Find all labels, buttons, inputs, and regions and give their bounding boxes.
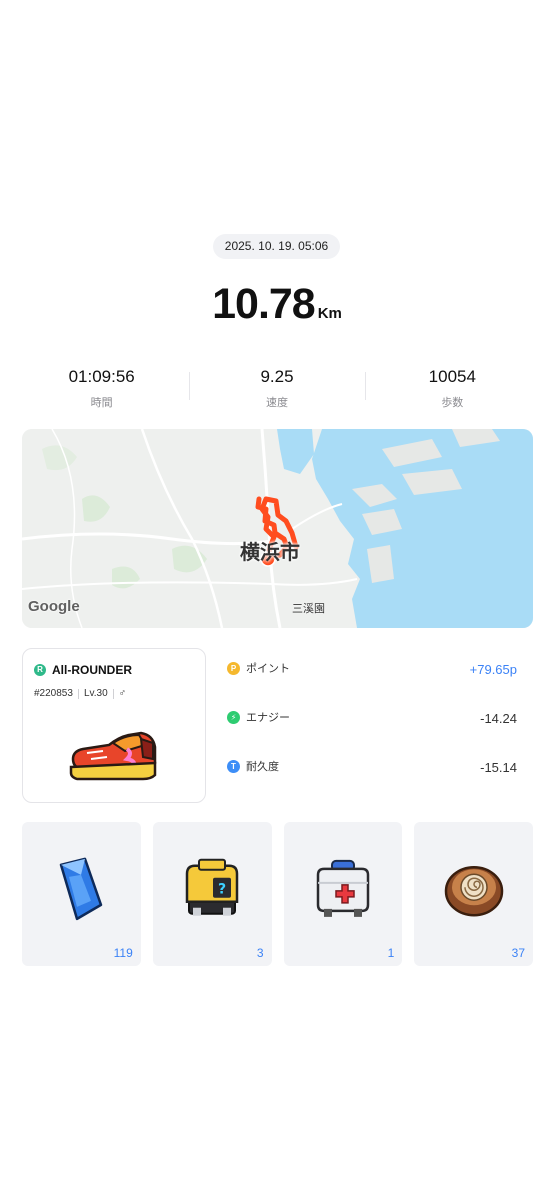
shoe-level: Lv.30 — [83, 688, 108, 699]
route-map[interactable]: 横浜市 三溪園 Google — [22, 429, 533, 628]
reward-durability-label: 耐久度 — [246, 760, 279, 773]
stat-steps-value: 10054 — [428, 367, 476, 386]
stat-time-value: 01:09:56 — [68, 367, 135, 386]
mystery-box-icon: ? — [185, 858, 239, 916]
shoe-id: #220853 — [34, 688, 73, 699]
reward-energy-label: エナジー — [246, 711, 290, 724]
shoe-type-badge: R — [34, 664, 46, 676]
reward-energy-row: ⚡ エナジー -14.24 — [227, 709, 517, 758]
stat-steps: 10054 歩数 — [364, 366, 540, 416]
distance-unit: Km — [317, 305, 342, 322]
energy-icon: ⚡ — [227, 711, 240, 724]
item-first-aid[interactable]: 1 — [283, 822, 403, 966]
shoe-meta: #220853 Lv.30 ♂ — [34, 688, 126, 699]
item-fossil-count: 37 — [511, 946, 525, 960]
point-icon: P — [227, 662, 240, 675]
run-datetime: 2025. 10. 19. 05:06 — [213, 234, 340, 259]
fossil-shell-icon — [444, 865, 503, 917]
map-graphic — [22, 429, 533, 628]
item-first-aid-count: 1 — [387, 946, 395, 960]
map-city-label: 横浜市 — [240, 540, 300, 564]
distance-display: 10.78 Km — [0, 280, 554, 329]
shoe-name: All-ROUNDER — [52, 663, 132, 677]
durability-icon: T — [227, 760, 240, 773]
svg-text:?: ? — [218, 882, 226, 898]
item-crystal-count: 119 — [113, 946, 133, 960]
stat-speed: 9.25 速度 — [189, 366, 364, 416]
stat-speed-label: 速度 — [265, 397, 288, 409]
shoe-card[interactable]: R All-ROUNDER #220853 Lv.30 ♂ — [22, 648, 206, 803]
stat-time-label: 時間 — [90, 397, 113, 409]
stats-row: 01:09:56 時間 9.25 速度 10054 歩数 — [14, 366, 540, 416]
reward-point-label: ポイント — [246, 662, 290, 675]
reward-durability-value: -15.14 — [480, 760, 517, 775]
sneaker-icon — [69, 731, 157, 781]
rewards-list: P ポイント +79.65p ⚡ エナジー -14.24 T 耐久度 -15.1… — [227, 660, 517, 807]
reward-energy-value: -14.24 — [480, 711, 517, 726]
stat-speed-value: 9.25 — [260, 367, 294, 386]
reward-durability-row: T 耐久度 -15.14 — [227, 758, 517, 807]
meta-divider — [112, 688, 114, 699]
meta-divider — [77, 688, 79, 699]
stat-time: 01:09:56 時間 — [14, 366, 189, 416]
reward-point-value: +79.65p — [469, 662, 517, 677]
first-aid-kit-icon — [316, 859, 370, 917]
distance-value: 10.78 — [212, 280, 316, 328]
map-attribution: Google — [28, 598, 80, 615]
blue-crystal-icon — [60, 857, 103, 921]
item-mystery-box-count: 3 — [256, 946, 264, 960]
item-fossil[interactable]: 37 — [414, 822, 533, 966]
stat-steps-label: 歩数 — [441, 397, 464, 409]
item-mystery-box[interactable]: ? 3 — [152, 822, 272, 966]
reward-point-row: P ポイント +79.65p — [227, 660, 517, 709]
item-crystal[interactable]: 119 — [22, 822, 141, 966]
items-grid: 119 ? 3 1 37 — [22, 822, 533, 966]
shoe-name-row: R All-ROUNDER — [34, 663, 132, 677]
map-ward-label: 三溪園 — [292, 602, 325, 615]
shoe-gender-icon: ♂ — [118, 688, 127, 699]
